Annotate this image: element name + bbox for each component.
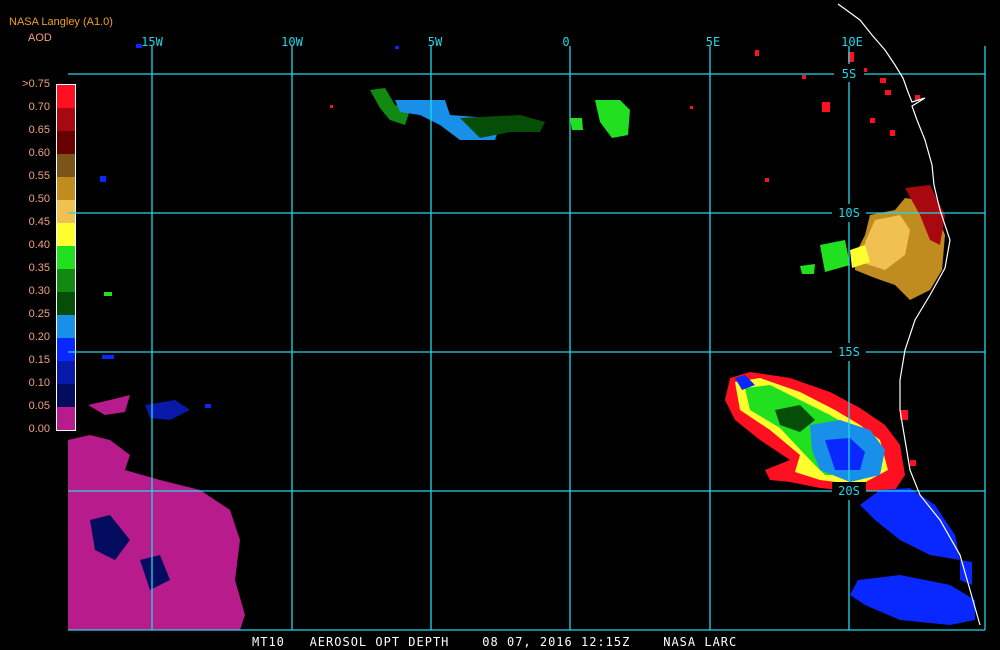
aerosol-data xyxy=(68,44,975,630)
lon-label-10e: 10E xyxy=(841,35,863,49)
map-caption: MT10 AEROSOL OPT DEPTH 08 07, 2016 12:15… xyxy=(252,635,738,649)
lat-label-10s: 10S xyxy=(838,206,860,220)
lon-label-0: 0 xyxy=(562,35,569,49)
lon-label-15w: 15W xyxy=(141,35,163,49)
lat-label-5s: 5S xyxy=(842,67,856,81)
lat-label-15s: 15S xyxy=(838,345,860,359)
lat-label-20s: 20S xyxy=(838,484,860,498)
lon-label-5w: 5W xyxy=(428,35,443,49)
aod-map: 15W 10W 5W 0 5E 10E 5S 10S 15S 20S xyxy=(68,3,986,631)
lon-label-10w: 10W xyxy=(281,35,303,49)
lon-label-5e: 5E xyxy=(706,35,720,49)
